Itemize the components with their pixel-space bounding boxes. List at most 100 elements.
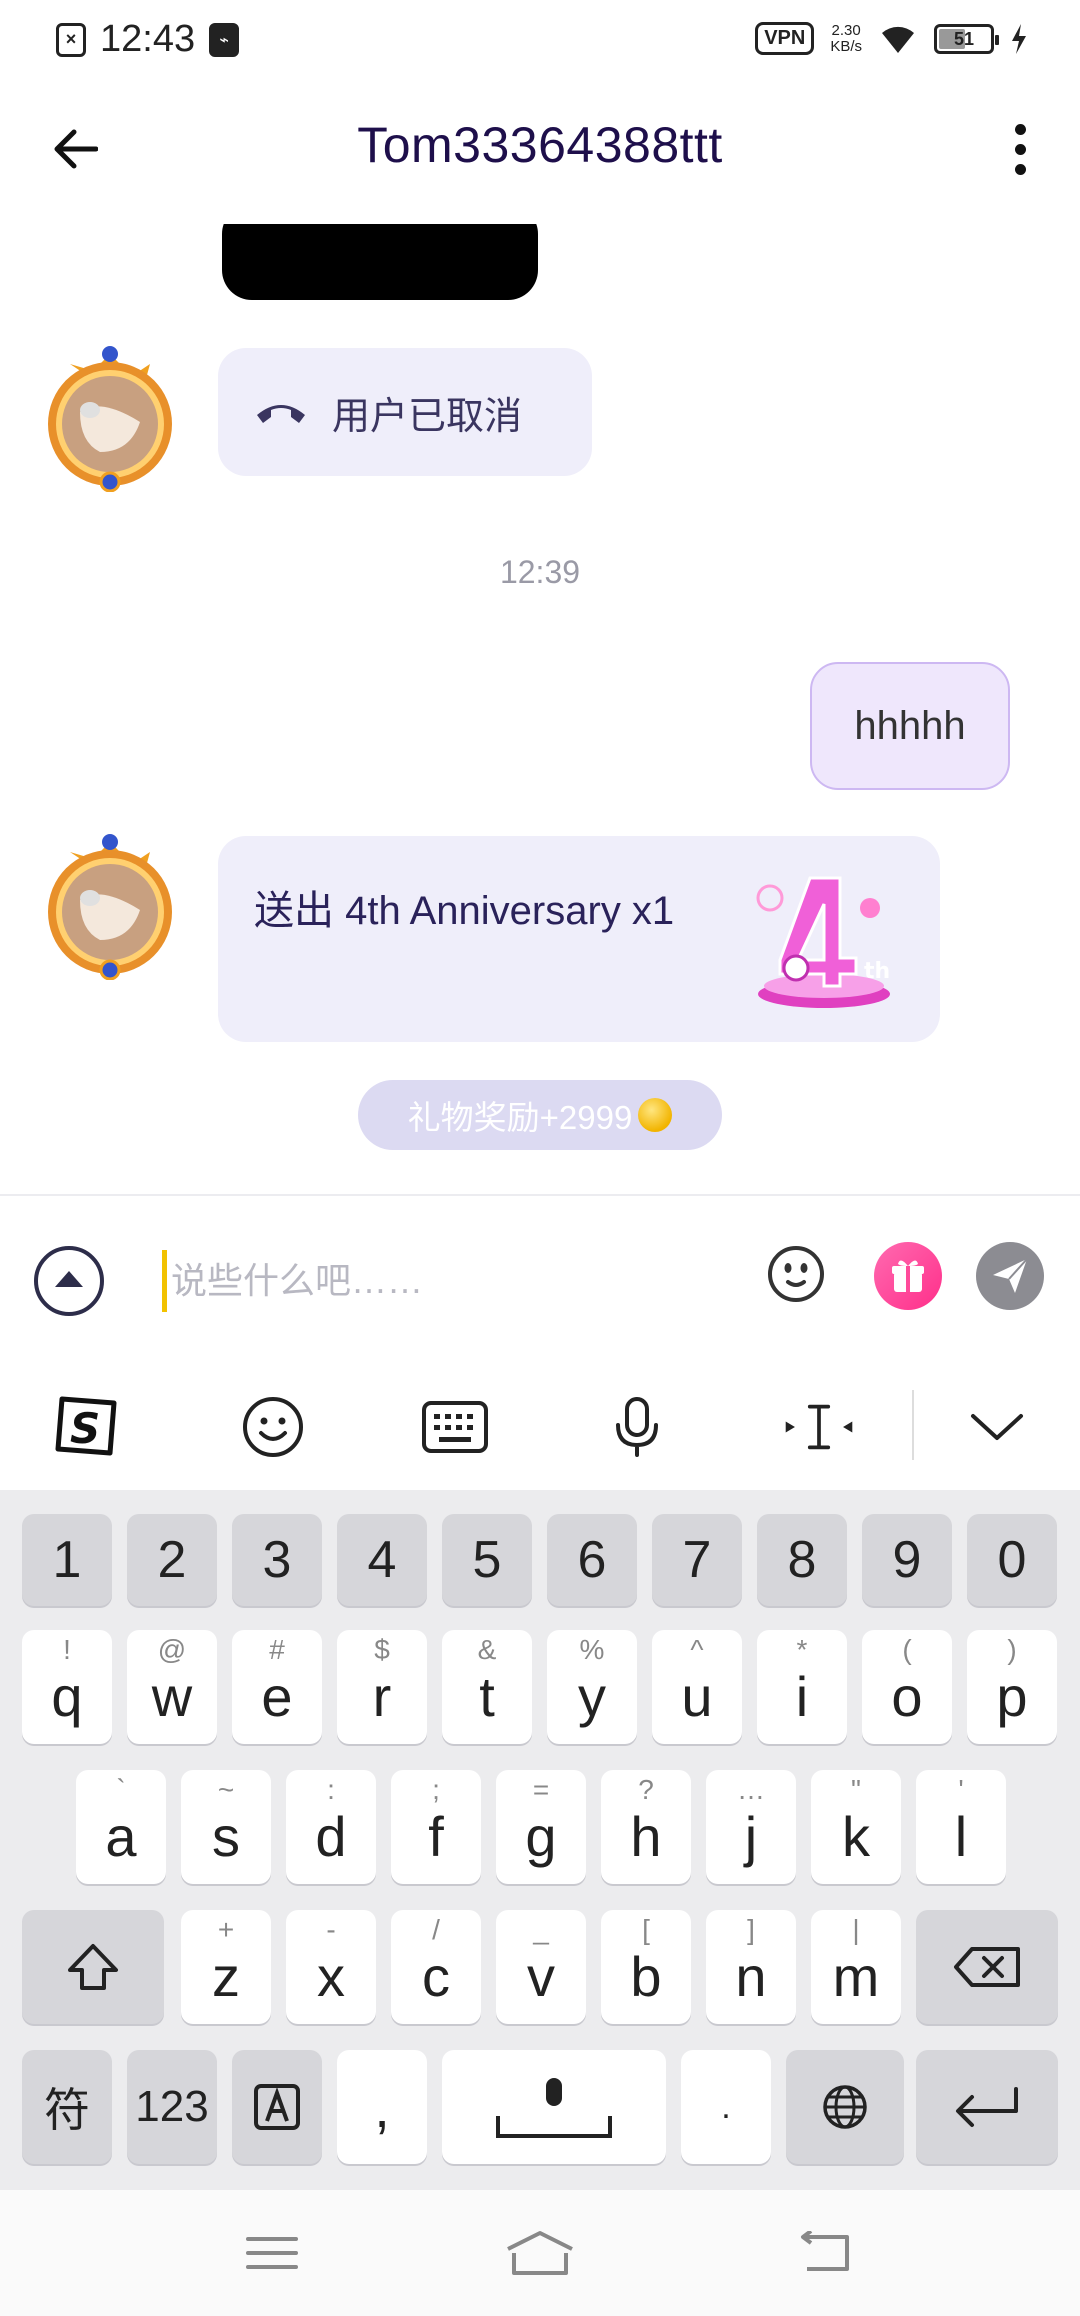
network-speed-value: 2.30 — [831, 21, 861, 39]
key-n[interactable]: ] n — [706, 1910, 796, 2024]
outgoing-message-bubble[interactable]: hhhhh — [810, 662, 1010, 790]
key-6[interactable]: 6 — [547, 1514, 637, 1606]
cursor-move-icon — [785, 1404, 853, 1450]
key-5[interactable]: 5 — [442, 1514, 532, 1606]
nav-home-button[interactable] — [500, 2220, 580, 2286]
key-w[interactable]: @ w — [127, 1630, 217, 1744]
usb-icon: ⌁ — [209, 22, 240, 57]
status-bar-left: × 12:43 ⌁ — [56, 18, 240, 61]
key-d[interactable]: :d — [286, 1770, 376, 1884]
key-e[interactable]: # e — [232, 1630, 322, 1744]
comma-key[interactable]: , — [337, 2050, 427, 2164]
key-v[interactable]: _ v — [496, 1910, 586, 2024]
smiley-icon — [243, 1397, 303, 1457]
globe-key[interactable] — [786, 2050, 904, 2164]
menu-icon — [246, 2237, 298, 2269]
key-2[interactable]: 2 — [127, 1514, 217, 1606]
language-switch-key[interactable] — [232, 2050, 322, 2164]
key-i[interactable]: * i — [757, 1630, 847, 1744]
keyboard-icon — [422, 1401, 488, 1453]
more-options-button[interactable] — [990, 114, 1050, 184]
status-bar-right: VPN 2.30 KB/s 51 — [755, 22, 1028, 55]
chat-title: Tom33364388ttt — [357, 117, 723, 173]
gift-reward-badge: 礼物奖励+2999 — [358, 1080, 722, 1150]
key-c[interactable]: / c — [391, 1910, 481, 2024]
key-a[interactable]: ` a — [76, 1770, 166, 1884]
key-u[interactable]: ^ u — [652, 1630, 742, 1744]
key-k[interactable]: " k — [811, 1770, 901, 1884]
enter-icon — [956, 2087, 1018, 2127]
key-q[interactable]: ! q — [22, 1630, 112, 1744]
key-j[interactable]: … j — [706, 1770, 796, 1884]
symbols-key[interactable]: 符 — [22, 2050, 112, 2164]
key-f[interactable]: ; f — [391, 1770, 481, 1884]
svg-text:S: S — [70, 1404, 100, 1453]
key-m[interactable]: | m — [811, 1910, 901, 2024]
gift-message-text: 送出 4th Anniversary x1 — [254, 889, 675, 933]
key-l[interactable]: ' l — [916, 1770, 1006, 1884]
battery-icon: 51 — [934, 23, 999, 54]
outgoing-message-text: hhhhh — [854, 703, 966, 748]
letter-a-box-icon — [254, 2084, 300, 2130]
key-8[interactable]: 8 — [757, 1514, 847, 1606]
key-3[interactable]: 3 — [232, 1514, 322, 1606]
keyboard: 1 2 3 4 5 6 7 8 9 0 ! q @ w # e $ r & t % y ^ u… — [0, 1490, 1080, 2190]
chevron-down-icon — [971, 1414, 1023, 1440]
keyboard-emoji-button[interactable] — [236, 1390, 310, 1464]
period-key[interactable]: . — [681, 2050, 771, 2164]
send-button[interactable] — [976, 1242, 1044, 1310]
key-s[interactable]: ~ s — [181, 1770, 271, 1884]
key-b[interactable]: [b — [601, 1910, 691, 2024]
message-list[interactable]: 用户已取消 12:39 hhhhh 送出 4th Anniversary x1 … — [0, 224, 1080, 1194]
key-y[interactable]: % y — [547, 1630, 637, 1744]
key-g[interactable]: = g — [496, 1770, 586, 1884]
hide-keyboard-button[interactable] — [960, 1390, 1034, 1464]
numbers-key[interactable]: 123 — [127, 2050, 217, 2164]
key-o[interactable]: (o — [862, 1630, 952, 1744]
vpn-badge: VPN — [755, 22, 815, 55]
gift-icon — [892, 1260, 924, 1292]
globe-icon — [823, 2085, 867, 2129]
keyboard-layout-button[interactable] — [418, 1390, 492, 1464]
backspace-key[interactable] — [916, 1910, 1058, 2024]
key-r[interactable]: $ r — [337, 1630, 427, 1744]
toolbar-divider — [912, 1390, 914, 1460]
battery-level: 51 — [953, 28, 975, 49]
key-t[interactable]: & t — [442, 1630, 532, 1744]
message-input[interactable] — [162, 1250, 722, 1312]
key-0[interactable]: 0 — [967, 1514, 1057, 1606]
emoji-button[interactable] — [766, 1244, 826, 1304]
key-z[interactable]: + z — [181, 1910, 271, 2024]
message-bubble-redacted[interactable] — [222, 224, 538, 300]
gift-message-bubble[interactable]: 送出 4th Anniversary x1 th — [218, 836, 940, 1042]
key-9[interactable]: 9 — [862, 1514, 952, 1606]
key-7[interactable]: 7 — [652, 1514, 742, 1606]
key-h[interactable]: ? h — [601, 1770, 691, 1884]
nav-back-button[interactable] — [784, 2220, 864, 2286]
call-status-text: 用户已取消 — [332, 395, 523, 438]
sogou-logo-icon: S — [55, 1396, 117, 1456]
shift-key[interactable] — [22, 1910, 164, 2024]
gift-button[interactable] — [874, 1242, 942, 1310]
enter-key[interactable] — [916, 2050, 1058, 2164]
key-x[interactable]: -x — [286, 1910, 376, 2024]
key-p[interactable]: ) p — [967, 1630, 1057, 1744]
phone-hangup-icon — [252, 383, 310, 441]
space-key[interactable] — [442, 2050, 666, 2164]
call-status-bubble[interactable]: 用户已取消 — [218, 348, 592, 476]
sogou-logo-button[interactable]: S — [50, 1390, 124, 1464]
key-1[interactable]: 1 — [22, 1514, 112, 1606]
charging-bolt-icon — [1012, 23, 1026, 54]
cursor-move-button[interactable] — [782, 1390, 856, 1464]
key-4[interactable]: 4 — [337, 1514, 427, 1606]
nav-back-icon — [801, 2231, 849, 2271]
chat-header: Tom33364388ttt — [0, 84, 1080, 224]
anniversary-gift-image: th — [756, 876, 890, 1008]
backspace-icon — [954, 1947, 1020, 1987]
expand-up-icon — [55, 1271, 83, 1287]
voice-input-button[interactable] — [600, 1390, 674, 1464]
contact-avatar[interactable] — [40, 830, 180, 980]
expand-button[interactable] — [34, 1246, 104, 1316]
nav-menu-button[interactable] — [232, 2220, 312, 2286]
contact-avatar[interactable] — [40, 342, 180, 492]
